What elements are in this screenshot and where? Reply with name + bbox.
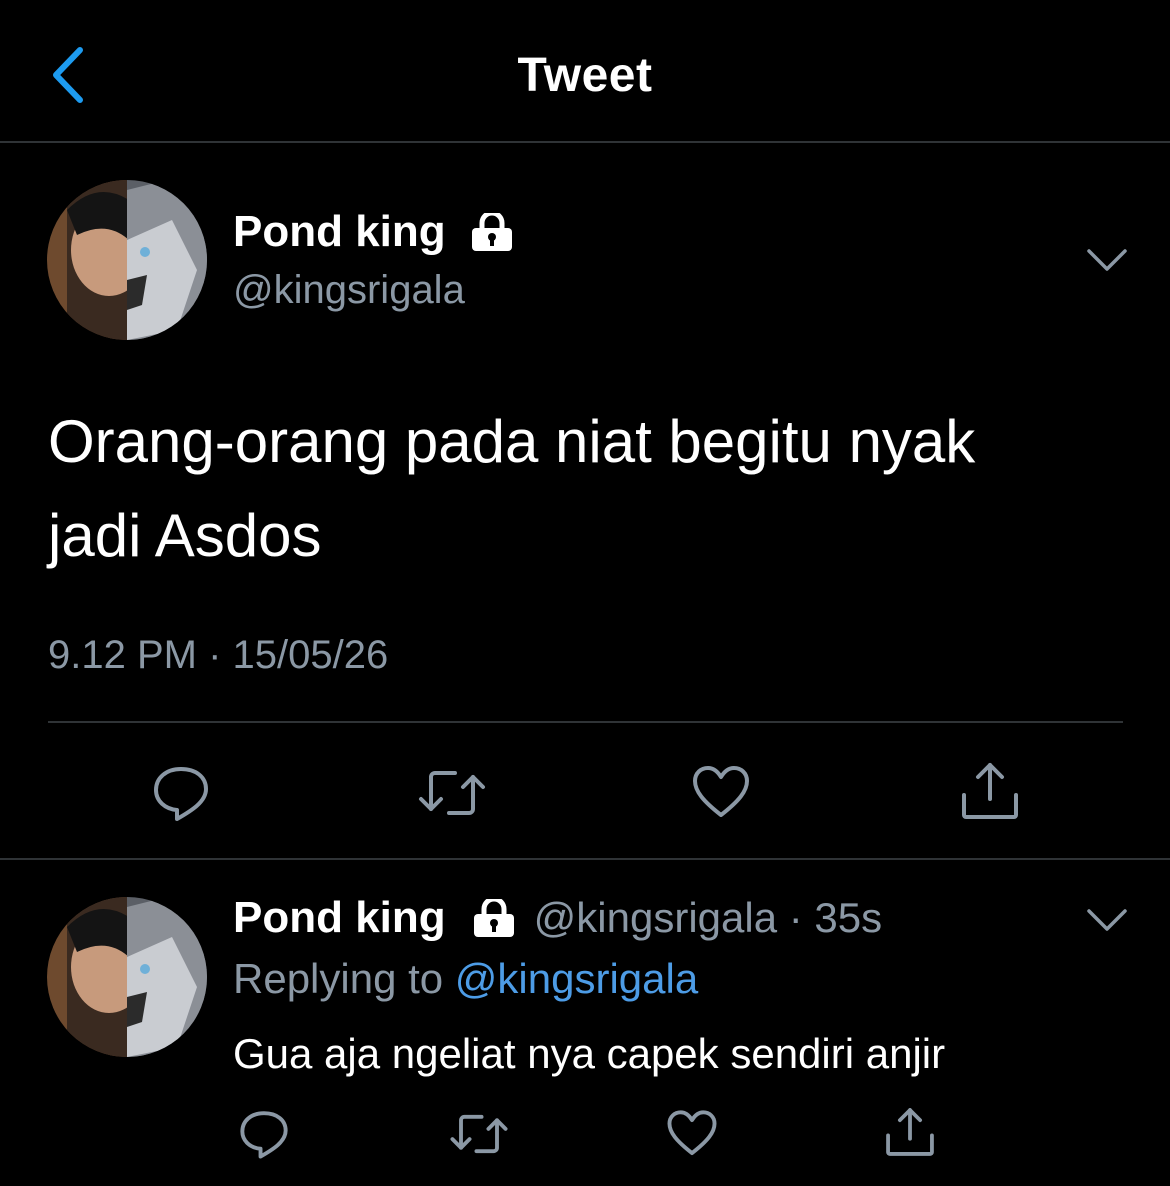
reply-icon (240, 1111, 288, 1159)
divider (48, 721, 1123, 723)
lock-icon (473, 899, 514, 937)
reply-retweet-button[interactable] (448, 1106, 510, 1162)
tweet-text-line: jadi Asdos (48, 502, 322, 569)
reply-button[interactable] (146, 758, 216, 828)
heart-icon (693, 766, 749, 817)
separator-dot: · (777, 894, 815, 941)
retweet-button[interactable] (415, 758, 489, 828)
avatar[interactable] (47, 180, 207, 340)
reply-header: Pond king @kingsrigala · 35s (233, 893, 882, 943)
reply-icon (154, 767, 208, 821)
share-icon (962, 763, 1018, 819)
author-name[interactable]: Pond king (233, 207, 446, 257)
reply-author-handle[interactable]: @kingsrigala (534, 894, 777, 942)
tweet-timestamp[interactable]: 9.12 PM · 15/05/26 (48, 633, 388, 678)
share-icon (886, 1108, 934, 1156)
chevron-down-icon[interactable] (1085, 905, 1129, 935)
tweet-text: Orang-orang pada niat begitu nyak jadi A… (48, 395, 1128, 583)
author-name-row: Pond king (233, 207, 514, 257)
retweet-icon (450, 1114, 508, 1154)
replying-mention[interactable]: @kingsrigala (455, 955, 698, 1002)
page-title: Tweet (517, 49, 653, 102)
top-bar: Tweet (0, 0, 1170, 143)
reply-share-button[interactable] (882, 1104, 938, 1160)
reply-avatar[interactable] (47, 897, 207, 1057)
replying-prefix: Replying to (233, 955, 455, 1002)
reply-author-name[interactable]: Pond king (233, 893, 446, 943)
reply-like-button[interactable] (664, 1106, 720, 1162)
replying-to: Replying to @kingsrigala (233, 955, 698, 1003)
lock-icon (471, 213, 512, 251)
reply-reply-button[interactable] (236, 1106, 292, 1162)
like-button[interactable] (686, 758, 756, 828)
share-button[interactable] (955, 756, 1025, 826)
tweet-text-line: Orang-orang pada niat begitu nyak (48, 408, 976, 475)
retweet-icon (419, 771, 485, 815)
reply-text: Gua aja ngeliat nya capek sendiri anjir (233, 1030, 946, 1077)
divider (0, 858, 1170, 860)
heart-icon (667, 1110, 717, 1156)
author-handle[interactable]: @kingsrigala (233, 268, 465, 313)
chevron-down-icon[interactable] (1085, 245, 1129, 275)
reply-age: 35s (814, 894, 883, 941)
